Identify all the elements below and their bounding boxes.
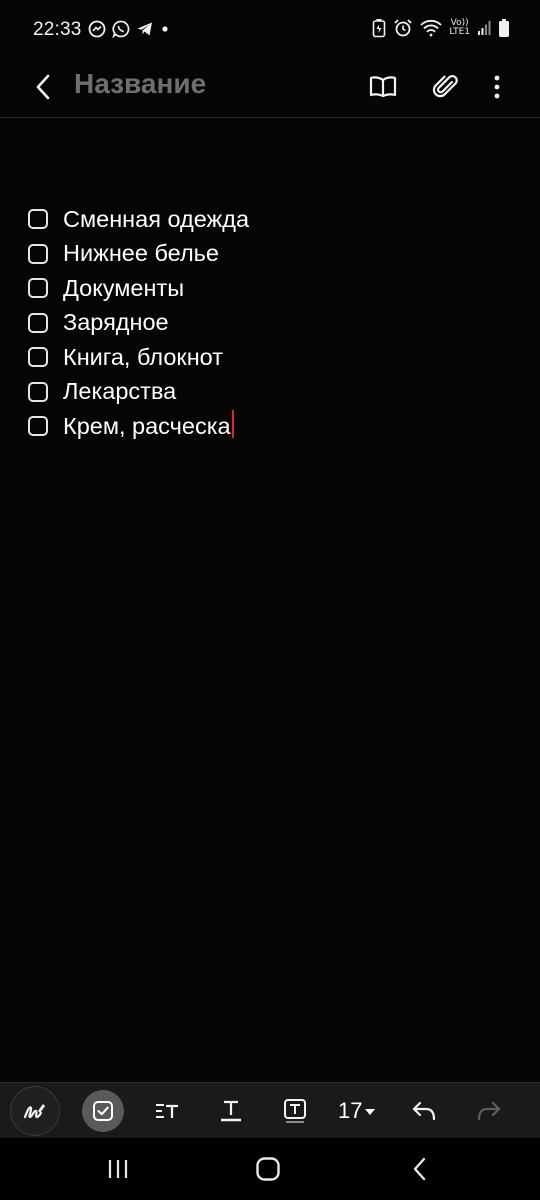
volte-icon: Vo)) LTE1: [449, 18, 470, 37]
checklist-item-text[interactable]: Зарядное: [63, 309, 169, 336]
battery-icon: [499, 19, 509, 37]
undo-icon: [412, 1101, 436, 1121]
checklist-item: Сменная одежда: [28, 202, 508, 237]
book-icon: [369, 76, 397, 98]
checklist-item: Зарядное: [28, 306, 508, 341]
checkbox[interactable]: [28, 416, 48, 437]
telegram-icon: [137, 22, 152, 36]
back-icon: [36, 74, 50, 100]
wifi-icon: [420, 19, 442, 37]
checklist-item-text[interactable]: Документы: [63, 275, 184, 302]
undo-button[interactable]: [400, 1087, 448, 1135]
whatsapp-icon: [112, 20, 130, 38]
checklist-item-text[interactable]: Книга, блокнот: [63, 344, 223, 371]
paperclip-icon: [432, 74, 458, 98]
recents-icon: [108, 1160, 128, 1178]
more-vert-icon: [494, 75, 500, 99]
status-time: 22:33: [33, 19, 82, 40]
text-style-button[interactable]: [207, 1087, 255, 1135]
back-button[interactable]: [26, 66, 60, 108]
messenger-icon: [88, 20, 106, 38]
checklist-item: Лекарства: [28, 375, 508, 410]
text-box-icon: [284, 1099, 306, 1123]
checklist-item-text[interactable]: Нижнее белье: [63, 240, 219, 267]
alarm-icon: [394, 19, 412, 37]
checkbox[interactable]: [28, 278, 48, 299]
handwriting-button[interactable]: [10, 1086, 60, 1136]
checklist-item: Крем, расческа: [28, 409, 508, 444]
font-size-dropdown[interactable]: 17: [338, 1098, 376, 1124]
text-format-button[interactable]: [143, 1087, 191, 1135]
note-title[interactable]: Название: [74, 68, 206, 100]
nav-back-icon: [413, 1157, 426, 1181]
status-bar: 22:33 Vo)) LTE1: [0, 0, 540, 60]
checklist-item: Документы: [28, 271, 508, 306]
checklist-item: Нижнее белье: [28, 237, 508, 272]
text-format-icon: [156, 1104, 178, 1118]
chevron-down-icon: [365, 1109, 376, 1115]
system-navigation-bar: [0, 1138, 540, 1200]
underline-text-icon: [221, 1100, 241, 1122]
checkbox[interactable]: [28, 381, 48, 402]
checkbox[interactable]: [28, 209, 48, 230]
checkbox-icon: [93, 1101, 113, 1121]
status-left-icons: [88, 20, 170, 38]
checklist-item-text[interactable]: Сменная одежда: [63, 206, 249, 233]
redo-button[interactable]: [465, 1087, 513, 1135]
nav-back-button[interactable]: [400, 1152, 440, 1186]
redo-icon: [477, 1101, 501, 1121]
editor-toolbar: 17: [0, 1082, 540, 1138]
more-options-button[interactable]: [475, 65, 519, 109]
checklist: Сменная одежда Нижнее белье Документы За…: [28, 202, 508, 444]
font-size-value: 17: [338, 1098, 363, 1123]
handwriting-icon: [23, 1104, 45, 1119]
checkbox[interactable]: [28, 243, 48, 264]
signal-icon: [478, 21, 491, 35]
checkbox-list-button[interactable]: [82, 1090, 124, 1132]
recents-button[interactable]: [98, 1152, 138, 1186]
checkbox[interactable]: [28, 312, 48, 333]
battery-saver-icon: [373, 19, 386, 38]
note-header: Название: [0, 60, 540, 118]
text-cursor: [231, 410, 234, 439]
notification-dot-icon: [162, 26, 168, 32]
text-box-button[interactable]: [271, 1087, 319, 1135]
checkbox[interactable]: [28, 347, 48, 368]
checklist-item-text[interactable]: Лекарства: [63, 378, 176, 405]
checklist-item: Книга, блокнот: [28, 340, 508, 375]
home-icon: [256, 1157, 280, 1181]
attach-button[interactable]: [424, 65, 468, 109]
reading-mode-button[interactable]: [361, 65, 405, 109]
home-button[interactable]: [248, 1152, 288, 1186]
checklist-item-text[interactable]: Крем, расческа: [63, 413, 231, 440]
status-right-icons: Vo)) LTE1: [372, 18, 510, 38]
